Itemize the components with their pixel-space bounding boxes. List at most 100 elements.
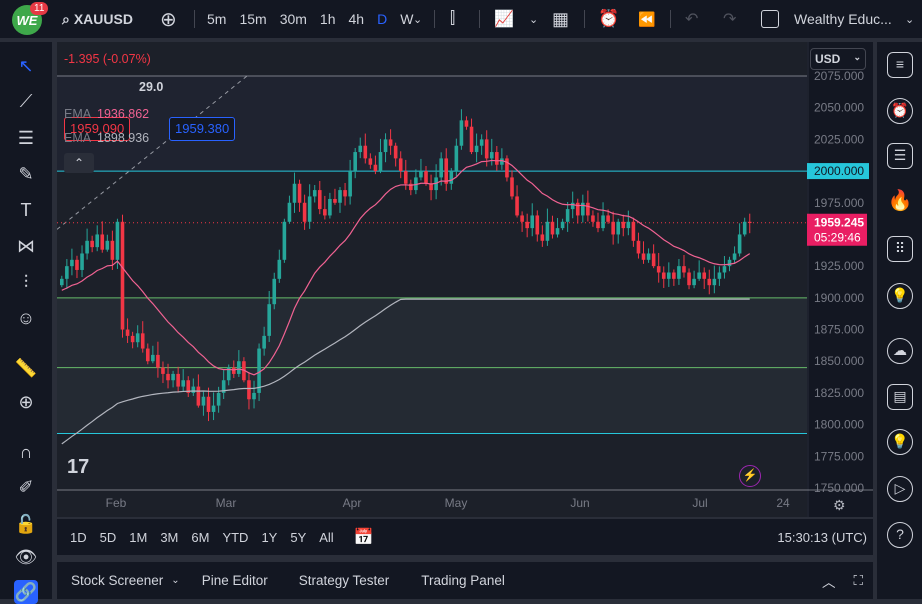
timeframe-30m[interactable]: 30m	[280, 11, 307, 27]
timeframe-1h[interactable]: 1h	[320, 11, 336, 27]
range-1D[interactable]: 1D	[70, 530, 87, 545]
text-icon[interactable]: T	[14, 198, 38, 222]
stream-icon[interactable]: ▷	[887, 476, 913, 502]
candle-body	[378, 152, 383, 172]
lock-drawings-icon[interactable]: ✐	[14, 475, 38, 499]
replay-icon[interactable]: ⏪	[638, 0, 655, 38]
price-tick: 2050.000	[814, 101, 864, 115]
layout-checkbox[interactable]	[761, 0, 779, 38]
price-tick: 1900.000	[814, 291, 864, 305]
candle-body	[135, 333, 140, 343]
timeframe-D[interactable]: D	[377, 11, 387, 27]
range-All[interactable]: All	[319, 530, 333, 545]
watchlist-icon[interactable]: ≡	[887, 52, 913, 78]
eye-icon[interactable]: 👁	[14, 545, 38, 569]
alarm-icon[interactable]: ⏰	[887, 98, 913, 124]
candle-body	[555, 228, 560, 235]
ruler-icon[interactable]: 📏	[14, 356, 38, 380]
chat-cloud-icon[interactable]: ☁	[887, 338, 913, 364]
pattern-icon[interactable]: ⋈	[14, 234, 38, 258]
chevron-down-icon[interactable]: ⌄	[413, 0, 422, 38]
clock-label[interactable]: 15:30:13 (UTC)	[777, 530, 867, 545]
candle-body	[565, 209, 570, 222]
ideas-icon[interactable]: 💡	[887, 283, 913, 309]
candle-body	[338, 190, 342, 203]
redo-icon[interactable]: ↷	[723, 0, 736, 38]
buy-button[interactable]: 1959.380	[169, 117, 236, 141]
magnet-icon[interactable]: ∩	[14, 440, 38, 464]
candle-body	[677, 266, 681, 279]
emoji-icon[interactable]: ☺	[14, 306, 38, 330]
timeframe-4h[interactable]: 4h	[349, 11, 365, 27]
candle-body	[601, 215, 605, 229]
fib-icon[interactable]: ☰	[14, 126, 38, 150]
candle-body	[272, 278, 277, 305]
price-tick: 1800.000	[814, 418, 864, 432]
candle-body	[151, 354, 155, 362]
candle-body	[631, 221, 636, 241]
help-icon[interactable]: ?	[887, 522, 913, 548]
currency-select[interactable]: USD ⌄	[810, 48, 866, 70]
range-1M[interactable]: 1M	[129, 530, 147, 545]
zoom-in-icon[interactable]: ⊕	[14, 390, 38, 414]
countdown-label: 05:29:46	[814, 231, 861, 245]
hotlist-flame-icon[interactable]: 🔥	[887, 190, 913, 216]
tips-icon[interactable]: 💡	[887, 429, 913, 455]
lightning-icon[interactable]: ⚡	[739, 465, 761, 487]
last-price-label: 1959.245	[814, 216, 864, 230]
layouts-icon[interactable]: ▦	[552, 0, 569, 38]
chevron-down-icon[interactable]: ⌄	[905, 0, 914, 38]
alert-icon[interactable]: ⏰	[598, 0, 619, 38]
chevron-down-icon[interactable]: ⌄	[529, 0, 538, 38]
chevron-down-icon[interactable]: ⌄	[171, 575, 179, 586]
candle-body	[363, 145, 368, 159]
candle-body	[196, 386, 201, 406]
indicators-icon[interactable]: 📈	[494, 0, 514, 38]
cursor-icon[interactable]: ↖	[14, 54, 38, 78]
range-3M[interactable]: 3M	[160, 530, 178, 545]
range-5Y[interactable]: 5Y	[290, 530, 306, 545]
account-label[interactable]: Wealthy Educ...	[794, 0, 892, 38]
symbol-label: XAUUSD	[73, 11, 133, 27]
range-YTD[interactable]: YTD	[222, 530, 248, 545]
timeframe-W[interactable]: W	[400, 11, 413, 27]
news-icon[interactable]: ☰	[887, 143, 913, 169]
link-icon[interactable]: 🔗	[14, 580, 38, 604]
candle-body	[449, 171, 454, 184]
range-6M[interactable]: 6M	[191, 530, 209, 545]
candle-body	[727, 259, 732, 267]
tab-stock-screener[interactable]: Stock Screener	[71, 573, 163, 588]
notification-badge: 11	[30, 2, 49, 15]
add-symbol-icon[interactable]: ⊕	[160, 0, 177, 38]
comments-icon[interactable]: ▤	[887, 384, 913, 410]
lock-icon[interactable]: 🔓	[14, 512, 38, 536]
brush-icon[interactable]: ✎	[14, 162, 38, 186]
price-chart[interactable]: 2075.000 2050.000 2025.000 2000.000 1975.000…	[57, 42, 873, 517]
trend-line-icon[interactable]: ⟋	[14, 89, 38, 113]
candle-type-icon[interactable]: ⫿	[450, 0, 455, 38]
tab-pine-editor[interactable]: Pine Editor	[202, 573, 268, 588]
symbol-search[interactable]: ⌕ XAUUSD	[62, 0, 133, 38]
range-5D[interactable]: 5D	[100, 530, 117, 545]
forecast-icon[interactable]: ⫶	[14, 270, 38, 294]
calendar-icon[interactable]: ⠿	[887, 236, 913, 262]
candle-body	[535, 215, 540, 235]
timeframe-15m[interactable]: 15m	[239, 11, 266, 27]
settings-gear-icon[interactable]: ⚙	[833, 497, 846, 514]
candle-body	[130, 335, 135, 343]
collapse-legend-button[interactable]: ⌃	[64, 153, 94, 173]
price-tick: 2075.000	[814, 69, 864, 83]
candle-body	[707, 278, 712, 286]
undo-icon[interactable]: ↶	[685, 0, 698, 38]
candle-body	[252, 392, 256, 400]
expand-panel-icon[interactable]: ︿	[822, 571, 836, 591]
maximize-panel-icon[interactable]: ⛶	[854, 573, 863, 589]
tab-trading-panel[interactable]: Trading Panel	[421, 573, 505, 588]
date-range-icon[interactable]: 📅	[354, 527, 374, 547]
tab-strategy-tester[interactable]: Strategy Tester	[299, 573, 390, 588]
candle-body	[742, 221, 747, 235]
chart-pane[interactable]: 2075.000 2050.000 2025.000 2000.000 1975.000…	[57, 42, 873, 517]
timeframe-5m[interactable]: 5m	[207, 11, 226, 27]
range-1Y[interactable]: 1Y	[261, 530, 277, 545]
candle-body	[682, 266, 686, 273]
